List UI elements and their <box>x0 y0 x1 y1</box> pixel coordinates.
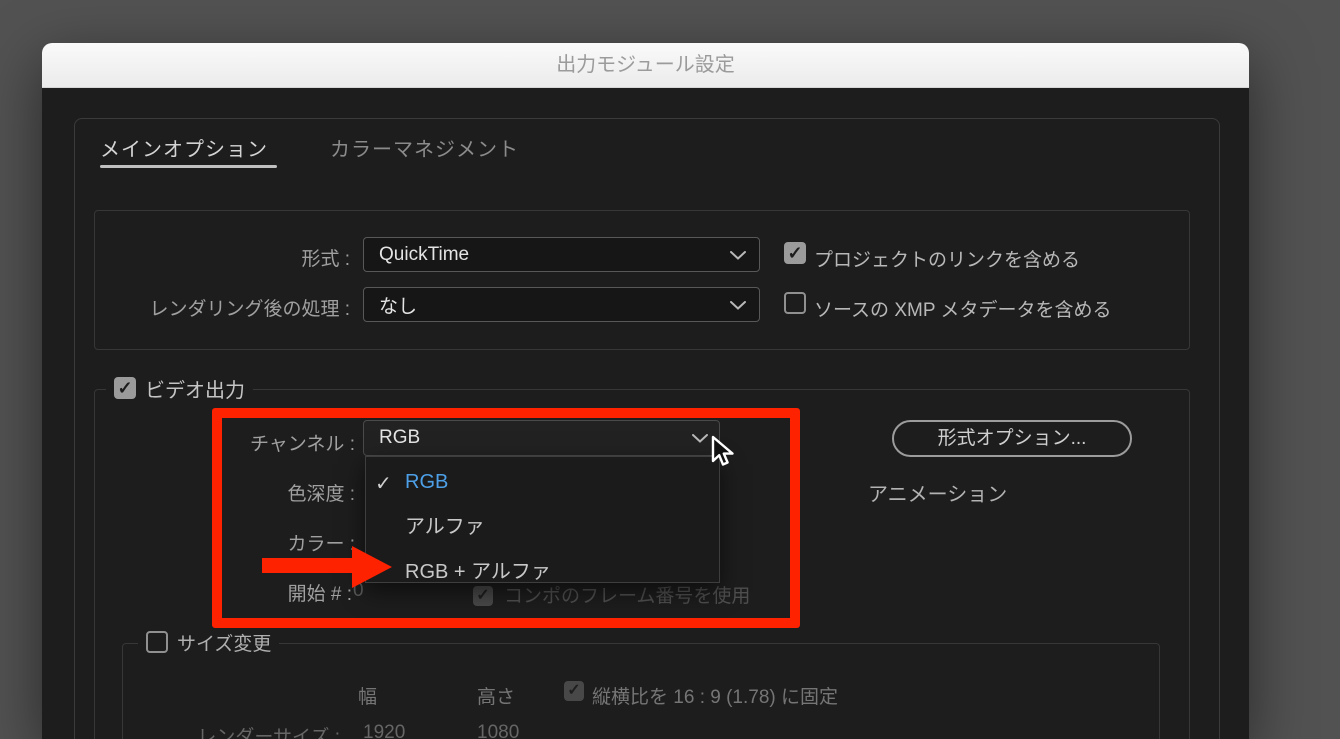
include-project-link-label: プロジェクトのリンクを含める <box>814 250 1081 271</box>
check-icon: ✓ <box>567 682 581 699</box>
post-render-select-value: なし <box>379 296 418 317</box>
include-xmp-label: ソースの XMP メタデータを含める <box>814 300 1112 321</box>
check-icon: ✓ <box>117 378 133 398</box>
format-label: 形式 : <box>301 249 350 270</box>
annotation-arrow <box>262 558 354 573</box>
render-size-label: レンダーサイズ : <box>197 727 340 739</box>
format-groupbox <box>94 210 1190 350</box>
tab-color-management[interactable]: カラーマネジメント <box>330 133 519 162</box>
check-icon: ✓ <box>787 243 803 263</box>
height-column-header: 高さ <box>477 687 516 708</box>
video-output-label: ビデオ出力 <box>145 379 245 402</box>
desktop-background: 出力モジュール設定 メインオプション カラーマネジメント 形式 : QuickT… <box>0 0 1340 739</box>
video-output-checkbox[interactable]: ✓ <box>114 377 136 399</box>
format-select-value: QuickTime <box>379 243 470 265</box>
resize-checkbox[interactable] <box>146 631 168 653</box>
codec-value: アニメーション <box>868 484 1008 506</box>
resize-label: サイズ変更 <box>177 633 272 655</box>
dialog-titlebar[interactable]: 出力モジュール設定 <box>42 43 1249 88</box>
tab-main-options[interactable]: メインオプション <box>100 133 268 162</box>
chevron-down-icon <box>730 244 746 266</box>
render-height-value: 1080 <box>477 722 520 739</box>
post-render-select[interactable]: なし <box>363 287 760 322</box>
mouse-cursor-icon <box>710 435 737 473</box>
lock-aspect-checkbox[interactable]: ✓ <box>564 681 584 701</box>
width-column-header: 幅 <box>358 687 378 708</box>
format-options-button[interactable]: 形式オプション... <box>892 420 1132 457</box>
active-tab-underline <box>100 165 277 168</box>
video-output-legend: ✓ ビデオ出力 <box>106 374 253 402</box>
chevron-down-icon <box>730 294 746 316</box>
lock-aspect-label: 縦横比を 16 : 9 (1.78) に固定 <box>592 687 839 708</box>
include-project-link-checkbox[interactable]: ✓ <box>784 242 806 264</box>
dialog-title: 出力モジュール設定 <box>556 54 735 76</box>
render-width-value: 1920 <box>363 722 406 739</box>
post-render-label: レンダリング後の処理 : <box>149 299 350 320</box>
annotation-arrow-head <box>352 546 392 588</box>
resize-legend: サイズ変更 <box>138 628 280 656</box>
format-select[interactable]: QuickTime <box>363 237 760 272</box>
include-xmp-checkbox[interactable] <box>784 292 806 314</box>
